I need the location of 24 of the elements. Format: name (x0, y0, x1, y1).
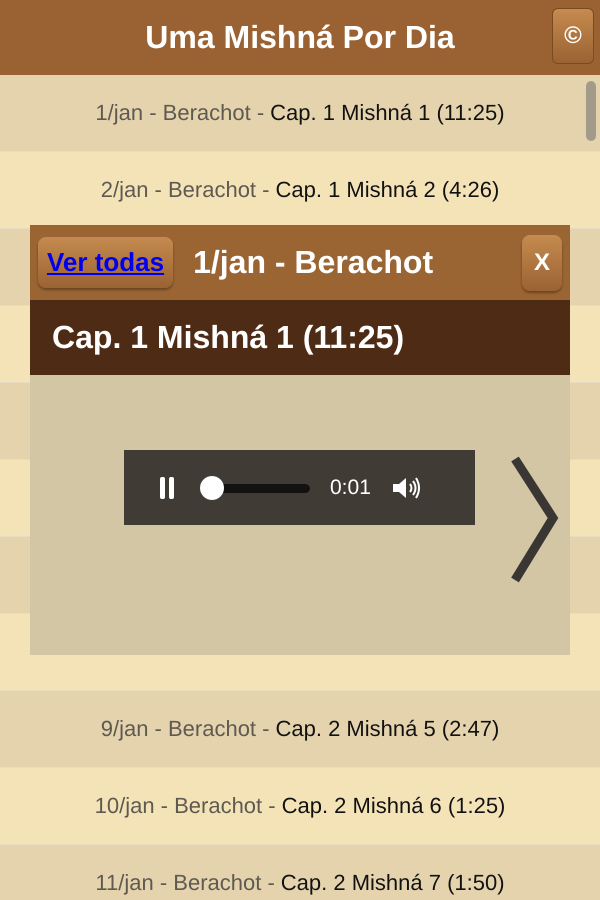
row-date: 10/jan - Berachot - (94, 793, 276, 819)
row-title: Cap. 2 Mishná 7 (1:50) (280, 870, 505, 896)
copyright-button[interactable]: © (552, 8, 594, 64)
list-row[interactable]: 11/jan - Berachot - Cap. 2 Mishná 7 (1:50) (0, 845, 600, 900)
scrollbar[interactable] (586, 81, 596, 141)
row-title: Cap. 1 Mishná 2 (4:26) (275, 177, 500, 203)
row-date: 9/jan - Berachot - (100, 716, 270, 742)
row-title: Cap. 1 Mishná 1 (11:25) (270, 100, 505, 126)
seek-slider[interactable] (198, 476, 310, 500)
volume-icon[interactable] (390, 474, 423, 500)
list-row[interactable]: 9/jan - Berachot - Cap. 2 Mishná 5 (2:47) (0, 691, 600, 768)
mishna-title: Cap. 1 Mishná 1 (11:25) (52, 319, 404, 356)
list-row[interactable]: 1/jan - Berachot - Cap. 1 Mishná 1 (11:25) (0, 75, 600, 152)
row-date: 2/jan - Berachot - (100, 177, 270, 203)
app-title: Uma Mishná Por Dia (145, 19, 455, 56)
close-button[interactable]: X (522, 234, 562, 290)
row-date: 11/jan - Berachot - (95, 870, 275, 896)
row-title: Cap. 2 Mishná 5 (2:47) (275, 716, 500, 742)
list-row[interactable]: 2/jan - Berachot - Cap. 1 Mishná 2 (4:26) (0, 152, 600, 229)
row-title: Cap. 2 Mishná 6 (1:25) (282, 793, 506, 819)
popup-title: 1/jan - Berachot (193, 244, 434, 281)
row-date: 1/jan - Berachot - (95, 100, 264, 126)
time-display: 0:01 (330, 476, 371, 500)
list-row[interactable]: 10/jan - Berachot - Cap. 2 Mishná 6 (1:25) (0, 768, 600, 845)
